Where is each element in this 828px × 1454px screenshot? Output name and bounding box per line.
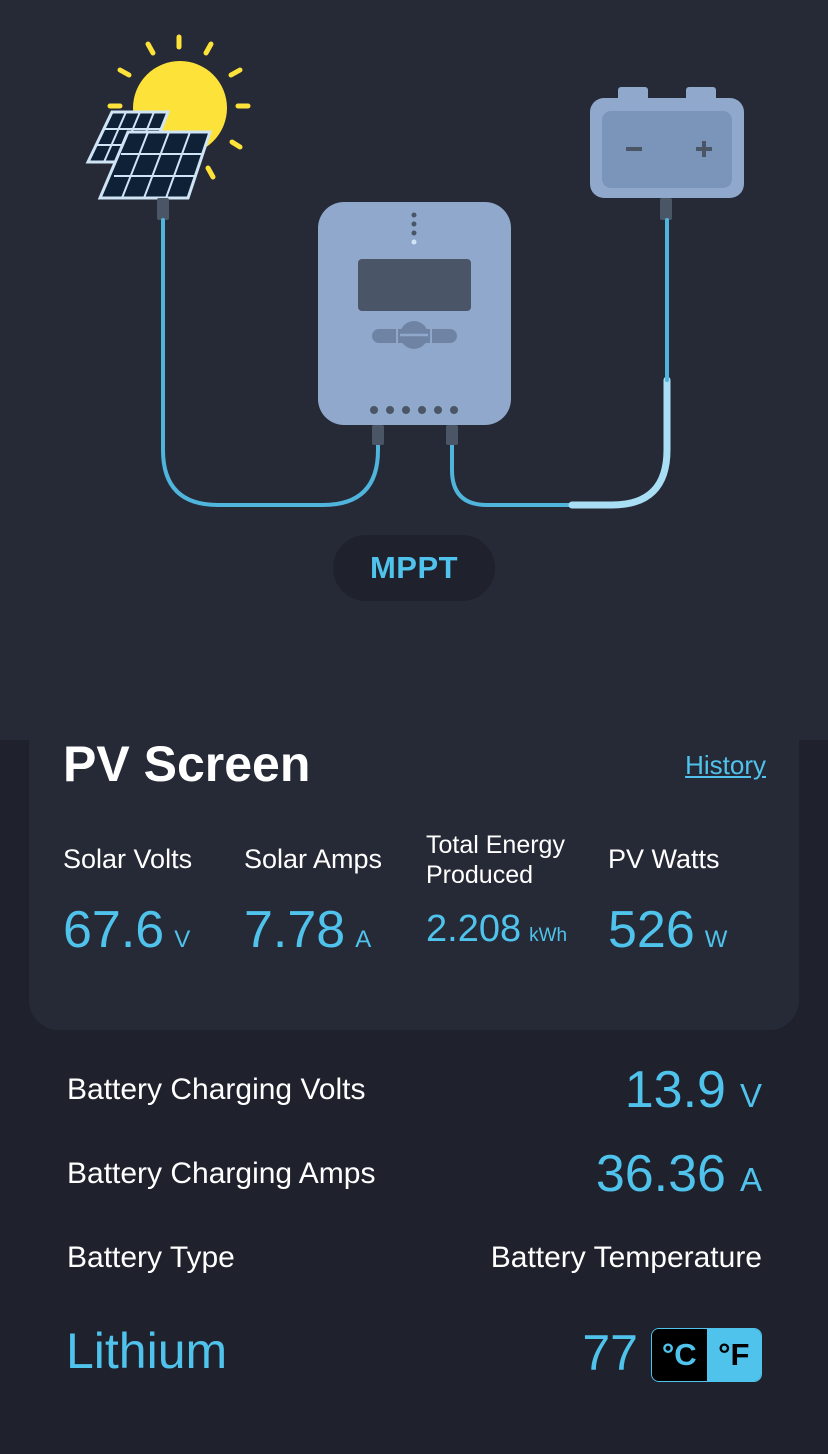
metric-unit: A [355, 926, 372, 953]
battery-charging-volts-label: Battery Charging Volts [67, 1073, 366, 1106]
metric-label: Solar Amps [244, 844, 383, 874]
pv-screen-card: PV Screen History Solar Volts 67.6 V Sola… [29, 678, 799, 1030]
pv-screen-title: PV Screen [63, 736, 311, 792]
system-diagram [85, 34, 744, 509]
value-number: 13.9 [624, 1061, 726, 1119]
value-unit: A [739, 1161, 762, 1198]
charge-controller-icon [318, 202, 511, 445]
history-link[interactable]: History [685, 750, 766, 781]
battery-type-value[interactable]: Lithium [66, 1322, 227, 1380]
metric-number: 526 [608, 901, 695, 959]
battery-charging-volts-value: 13.9 V [625, 1060, 762, 1120]
metric-number: 2.208 [426, 908, 522, 950]
metric-value: 67.6 V [63, 900, 190, 960]
metric-unit: W [704, 926, 728, 953]
metric-number: 7.78 [244, 901, 346, 959]
temperature-unit-toggle[interactable]: °C °F [651, 1328, 762, 1382]
battery-temperature-value: 77 [582, 1325, 638, 1381]
metric-unit: kWh [529, 925, 568, 946]
fahrenheit-option[interactable]: °F [706, 1329, 761, 1381]
battery-temperature-label: Battery Temperature [490, 1241, 762, 1274]
metric-unit: V [174, 926, 191, 953]
metric-label: PV Watts [608, 844, 720, 874]
metric-label: Solar Volts [63, 844, 193, 874]
battery-charging-amps-value: 36.36 A [596, 1144, 762, 1204]
value-unit: V [739, 1077, 762, 1114]
battery-type-label: Battery Type [67, 1241, 235, 1274]
celsius-option[interactable]: °C [652, 1329, 707, 1381]
battery-icon [590, 87, 744, 220]
metric-value: 7.78 A [244, 900, 371, 960]
mppt-label: MPPT [333, 535, 495, 601]
battery-charging-amps-label: Battery Charging Amps [67, 1157, 376, 1190]
metric-value: 2.208 kWh [426, 908, 567, 951]
value-number: 36.36 [595, 1145, 726, 1203]
metric-value: 526 W [608, 900, 727, 960]
metric-number: 67.6 [63, 901, 165, 959]
metric-label: Total Energy Produced [426, 831, 565, 889]
